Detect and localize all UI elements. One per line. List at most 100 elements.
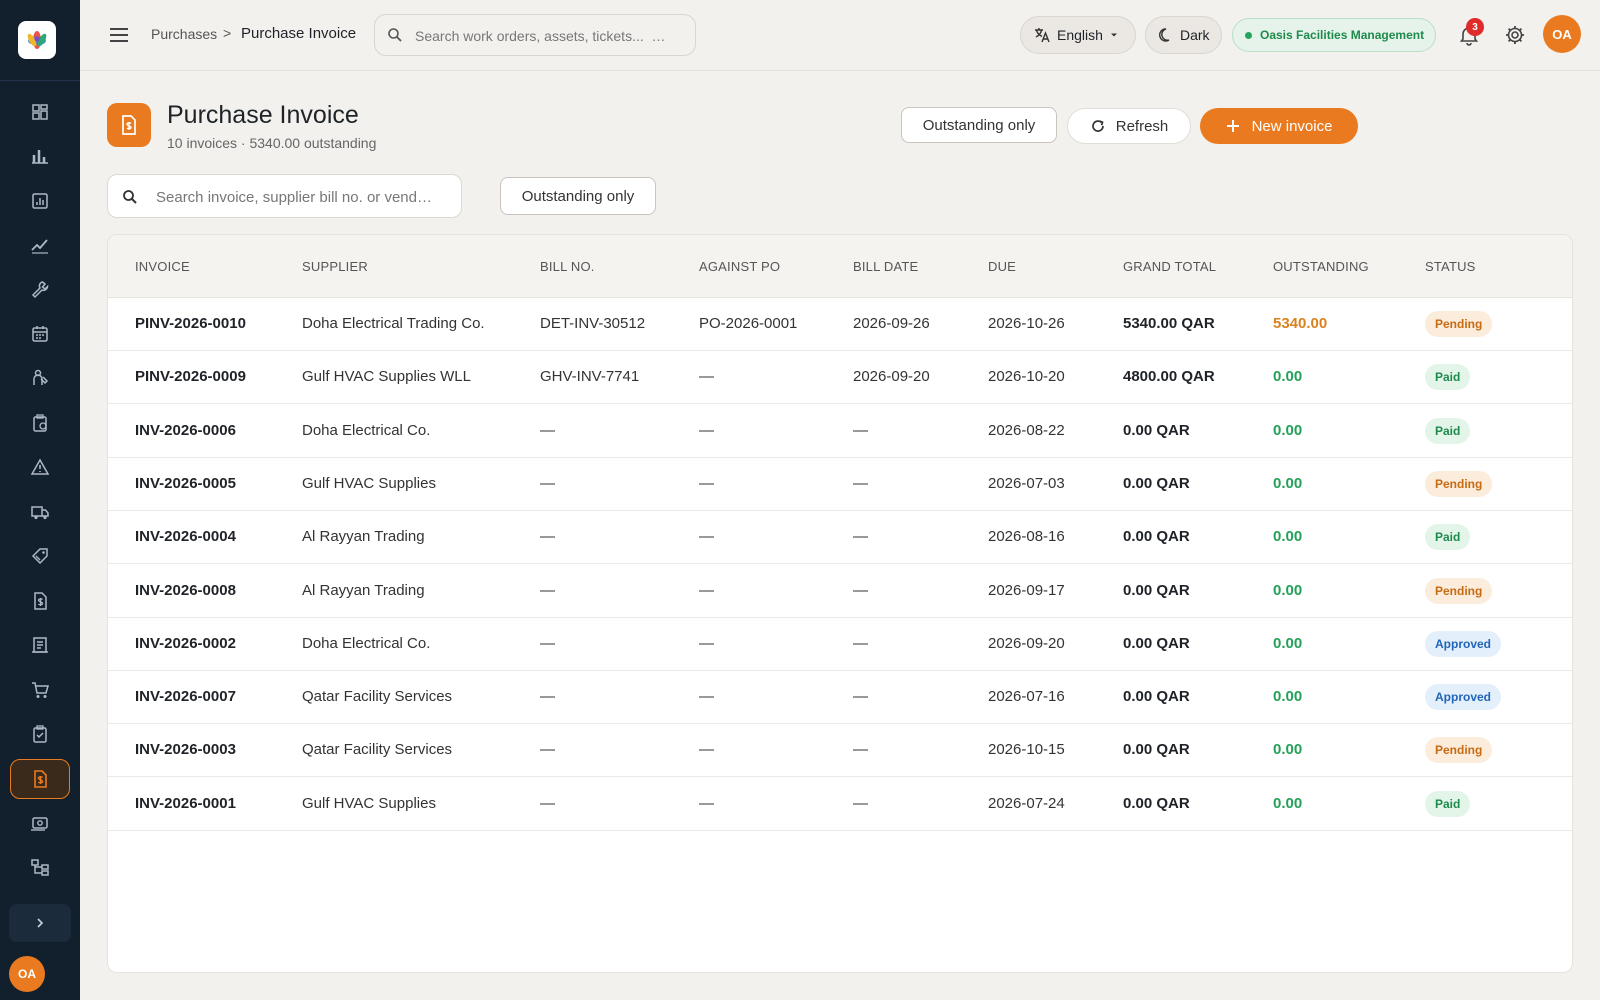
invoice-search[interactable] [107, 174, 462, 218]
cell-bill-no: — [540, 421, 555, 439]
cell-invoice[interactable]: INV-2026-0002 [135, 635, 236, 652]
sidebar-item-truck[interactable] [10, 492, 70, 532]
cell-outstanding: 5340.00 [1273, 315, 1328, 332]
moon-icon [1159, 28, 1170, 42]
cell-grand-total: 5340.00 QAR [1123, 315, 1215, 332]
column-header-status[interactable]: STATUS [1425, 259, 1476, 274]
cell-invoice[interactable]: PINV-2026-0010 [135, 315, 246, 332]
table-row[interactable]: PINV-2026-0010 Doha Electrical Trading Co… [108, 298, 1572, 351]
cell-invoice[interactable]: INV-2026-0005 [135, 475, 236, 492]
outstanding-only-filter[interactable]: Outstanding only [500, 177, 656, 215]
sidebar-item-technician[interactable] [10, 358, 70, 398]
user-avatar[interactable]: OA [1543, 15, 1581, 53]
new-invoice-button[interactable]: New invoice [1200, 108, 1358, 144]
cell-due: 2026-10-15 [988, 741, 1065, 759]
table-header: INVOICE SUPPLIER BILL NO. AGAINST PO BILL DA… [108, 235, 1572, 298]
cell-bill-date: — [853, 528, 868, 546]
cell-against-po: — [699, 794, 714, 812]
status-badge: Pending [1425, 470, 1493, 497]
table-row[interactable]: INV-2026-0004 Al Rayyan Trading — — — 2026-08… [108, 511, 1572, 565]
cell-outstanding: 0.00 [1273, 688, 1303, 706]
search-icon [123, 190, 137, 204]
sidebar-item-calendar[interactable] [10, 314, 70, 354]
cell-against-po: PO-2026-0001 [699, 315, 798, 332]
cell-outstanding: 0.00 [1273, 474, 1303, 492]
sidebar-item-warning[interactable] [10, 447, 70, 487]
column-header-invoice[interactable]: INVOICE [135, 259, 190, 274]
cell-invoice[interactable]: INV-2026-0003 [135, 741, 236, 758]
notification-count-badge: 3 [1466, 18, 1484, 36]
sidebar-item-tag[interactable] [10, 536, 70, 576]
table-row[interactable]: INV-2026-0001 Gulf HVAC Supplies — — — 2026-0… [108, 778, 1572, 831]
cell-invoice[interactable]: INV-2026-0007 [135, 688, 236, 705]
cell-supplier: Gulf HVAC Supplies [302, 474, 436, 492]
outstanding-only-toggle-header[interactable]: Outstanding only [901, 107, 1057, 143]
table-row[interactable]: INV-2026-0007 Qatar Facility Services — — — 2… [108, 671, 1572, 725]
cell-bill-date: — [853, 741, 868, 759]
cell-grand-total: 0.00 QAR [1123, 421, 1190, 439]
column-header-against-po[interactable]: AGAINST PO [699, 259, 780, 274]
column-header-due[interactable]: DUE [988, 259, 1016, 274]
global-search-input[interactable] [415, 25, 685, 47]
cell-against-po: — [699, 688, 714, 706]
sidebar-item-clipboard[interactable] [10, 403, 70, 443]
cell-due: 2026-08-16 [988, 528, 1065, 546]
cell-invoice[interactable]: INV-2026-0004 [135, 528, 236, 545]
table-row[interactable]: INV-2026-0003 Qatar Facility Services — — — 2… [108, 724, 1572, 778]
sidebar-item-trend[interactable] [10, 225, 70, 265]
table-row[interactable]: INV-2026-0005 Gulf HVAC Supplies — — — 2026-0… [108, 458, 1572, 511]
cell-against-po: — [699, 421, 714, 439]
sidebar-item-payment[interactable] [10, 803, 70, 843]
gear-icon[interactable] [1504, 24, 1526, 46]
language-selector[interactable]: English [1020, 16, 1136, 54]
sidebar-item-dashboard[interactable] [10, 92, 70, 132]
cell-bill-no: — [540, 581, 555, 599]
status-badge: Approved [1425, 684, 1502, 711]
cell-due: 2026-10-26 [988, 315, 1065, 332]
cell-invoice[interactable]: INV-2026-0006 [135, 422, 236, 439]
sidebar-item-bar-chart[interactable] [10, 136, 70, 176]
sidebar-item-invoice[interactable] [10, 581, 70, 621]
cell-invoice[interactable]: INV-2026-0008 [135, 582, 236, 599]
theme-toggle[interactable]: Dark [1145, 16, 1222, 54]
sidebar-item-wrench[interactable] [10, 269, 70, 309]
sidebar-item-checklist[interactable] [10, 714, 70, 754]
cell-outstanding: 0.00 [1273, 634, 1303, 652]
status-dot [1245, 31, 1252, 39]
sidebar-item-purchase-invoice[interactable] [10, 759, 70, 799]
column-header-outstanding[interactable]: OUTSTANDING [1273, 259, 1369, 274]
app-logo[interactable] [18, 21, 56, 59]
cell-invoice[interactable]: INV-2026-0001 [135, 795, 236, 812]
sidebar-item-cart[interactable] [10, 670, 70, 710]
cell-grand-total: 0.00 QAR [1123, 794, 1190, 812]
clipboard-icon [33, 414, 47, 432]
cell-supplier: Gulf HVAC Supplies WLL [302, 368, 471, 386]
invoice-icon [34, 592, 47, 610]
column-header-grand-total[interactable]: GRAND TOTAL [1123, 259, 1216, 274]
cell-bill-no: — [540, 688, 555, 706]
invoice-search-input[interactable] [156, 186, 446, 208]
column-header-bill-no[interactable]: BILL NO. [540, 259, 595, 274]
menu-icon[interactable] [108, 25, 130, 45]
sidebar-user-avatar[interactable]: OA [9, 956, 45, 992]
breadcrumb-parent[interactable]: Purchases [151, 26, 217, 42]
sidebar-item-report[interactable] [10, 181, 70, 221]
cell-supplier: Qatar Facility Services [302, 688, 453, 706]
column-header-supplier[interactable]: SUPPLIER [302, 259, 368, 274]
table-row[interactable]: INV-2026-0006 Doha Electrical Co. — — — 2026-… [108, 405, 1572, 458]
trend-icon [31, 239, 48, 254]
column-header-bill-date[interactable]: BILL DATE [853, 259, 918, 274]
sidebar-item-ledger[interactable] [10, 625, 70, 665]
cell-outstanding: 0.00 [1273, 741, 1303, 759]
table-row[interactable]: INV-2026-0008 Al Rayyan Trading — — — 2026-09… [108, 565, 1572, 618]
refresh-button[interactable]: Refresh [1067, 108, 1191, 144]
table-row[interactable]: PINV-2026-0009 Gulf HVAC Supplies WLL GHV-… [108, 351, 1572, 405]
global-search[interactable] [374, 14, 696, 56]
sidebar-expand-button[interactable] [9, 904, 71, 942]
table-row[interactable]: INV-2026-0002 Doha Electrical Co. — — — 2026-… [108, 618, 1572, 671]
organization-badge[interactable]: Oasis Facilities Management [1232, 18, 1436, 52]
cell-grand-total: 0.00 QAR [1123, 581, 1190, 599]
sidebar-item-hierarchy[interactable] [10, 847, 70, 887]
cell-bill-date: — [853, 634, 868, 652]
cell-invoice[interactable]: PINV-2026-0009 [135, 368, 246, 385]
